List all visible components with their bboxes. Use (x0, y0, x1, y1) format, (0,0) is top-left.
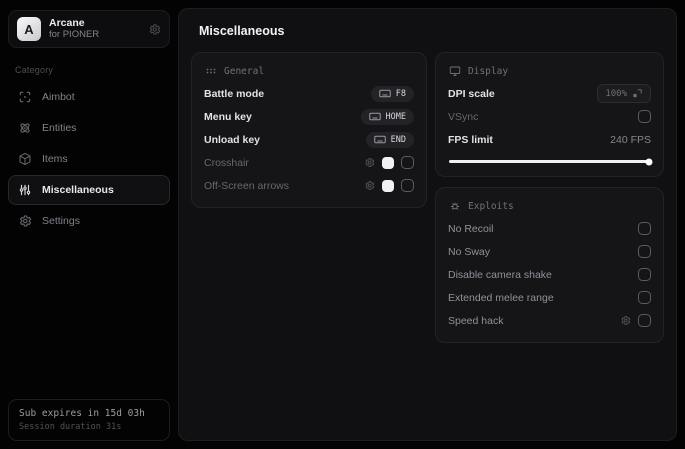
battle-mode-label: Battle mode (204, 87, 265, 100)
offscreen-arrows-color-swatch[interactable] (382, 179, 394, 192)
no-recoil-checkbox[interactable] (638, 222, 651, 235)
gear-icon[interactable] (364, 157, 375, 168)
menu-key-row: Menu key HOME (204, 105, 414, 128)
unload-key-label: Unload key (204, 133, 261, 146)
menu-key-label: Menu key (204, 110, 252, 123)
sidebar-item-settings[interactable]: Settings (8, 206, 170, 236)
sidebar-item-label: Miscellaneous (42, 184, 114, 196)
dpi-scale-label: DPI scale (448, 87, 495, 100)
dpi-scale-value: 100% (605, 88, 627, 99)
extended-melee-range-label: Extended melee range (448, 291, 554, 304)
atom-icon (18, 121, 32, 135)
gear-icon (18, 214, 32, 228)
sidebar: A Arcane for PIONER Category Aimbot Enti… (0, 0, 176, 449)
page-title: Miscellaneous (199, 24, 285, 38)
exploits-header-label: Exploits (468, 200, 514, 212)
dpi-scale-row: DPI scale 100% (448, 82, 651, 105)
sidebar-item-label: Aimbot (42, 91, 75, 103)
disable-camera-shake-label: Disable camera shake (448, 268, 552, 281)
gear-icon[interactable] (148, 23, 161, 36)
monitor-icon (449, 65, 461, 77)
brand-card: A Arcane for PIONER (8, 10, 170, 48)
sidebar-item-label: Settings (42, 215, 80, 227)
fps-limit-value: 240 FPS (610, 133, 651, 146)
sidebar-item-items[interactable]: Items (8, 144, 170, 174)
offscreen-arrows-label: Off-Screen arrows (204, 179, 289, 192)
speed-hack-row: Speed hack (448, 309, 651, 332)
box-icon (18, 152, 32, 166)
brand-title: Arcane (49, 17, 85, 29)
general-card-header: General (205, 65, 414, 77)
speed-hack-checkbox[interactable] (638, 314, 651, 327)
no-sway-checkbox[interactable] (638, 245, 651, 258)
disable-camera-shake-checkbox[interactable] (638, 268, 651, 281)
display-card: Display DPI scale 100% VSync FPS limit 2… (435, 52, 664, 177)
no-recoil-label: No Recoil (448, 222, 494, 235)
brand-text: Arcane for PIONER (49, 17, 99, 41)
grid-dots-icon (205, 65, 217, 77)
general-header-label: General (224, 65, 265, 77)
slider-thumb[interactable] (645, 158, 653, 165)
unload-key-row: Unload key END (204, 128, 414, 151)
menu-key-keybind[interactable]: HOME (360, 108, 414, 125)
bug-icon (449, 200, 461, 212)
disable-camera-shake-row: Disable camera shake (448, 263, 651, 286)
dpi-scale-selector[interactable]: 100% (597, 84, 651, 103)
crosshair-checkbox[interactable] (401, 156, 414, 169)
menu-key-key: HOME (385, 111, 406, 122)
battle-mode-row: Battle mode F8 (204, 82, 414, 105)
general-card: General Battle mode F8 Menu key HOME Unl… (191, 52, 427, 208)
brand-logo: A (17, 17, 41, 41)
fps-limit-slider[interactable] (449, 158, 653, 165)
crosshair-label: Crosshair (204, 156, 249, 169)
keyboard-icon (379, 89, 391, 98)
vsync-checkbox[interactable] (638, 110, 651, 123)
exploits-card: Exploits No Recoil No Sway Disable camer… (435, 187, 664, 343)
offscreen-arrows-row: Off-Screen arrows (204, 174, 414, 197)
crosshair-row: Crosshair (204, 151, 414, 174)
unload-key-keybind[interactable]: END (365, 131, 414, 148)
gear-icon[interactable] (620, 315, 631, 326)
sidebar-item-miscellaneous[interactable]: Miscellaneous (8, 175, 170, 205)
brand-subtitle: for PIONER (49, 29, 100, 41)
no-sway-row: No Sway (448, 240, 651, 263)
keyboard-icon (368, 112, 381, 121)
vsync-row: VSync (448, 105, 651, 128)
gear-icon[interactable] (364, 180, 375, 191)
subscription-info-card: Sub expires in 15d 03h Session duration … (8, 399, 170, 441)
sidebar-item-label: Items (42, 153, 68, 165)
display-header-label: Display (468, 65, 509, 77)
sidebar-item-entities[interactable]: Entities (8, 113, 170, 143)
sliders-icon (18, 183, 32, 197)
sidebar-item-aimbot[interactable]: Aimbot (8, 82, 170, 112)
battle-mode-key: F8 (395, 88, 406, 99)
sidebar-item-label: Entities (42, 122, 77, 134)
category-label: Category (15, 65, 54, 75)
offscreen-arrows-checkbox[interactable] (401, 179, 414, 192)
sub-expiry-text: Sub expires in 15d 03h (19, 408, 145, 419)
battle-mode-keybind[interactable]: F8 (370, 85, 414, 102)
main-panel: Miscellaneous General Battle mode F8 Men… (178, 8, 677, 441)
fps-limit-row: FPS limit 240 FPS (448, 128, 651, 151)
speed-hack-label: Speed hack (448, 314, 504, 327)
session-duration-text: Session duration 31s (19, 422, 122, 432)
crosshair-color-swatch[interactable] (382, 156, 394, 169)
no-sway-label: No Sway (448, 245, 491, 258)
extended-melee-range-row: Extended melee range (448, 286, 651, 309)
unload-key-key: END (390, 134, 406, 145)
display-card-header: Display (449, 65, 651, 77)
crosshair-scan-icon (18, 90, 32, 104)
no-recoil-row: No Recoil (448, 217, 651, 240)
scale-icon (632, 88, 643, 99)
exploits-card-header: Exploits (449, 200, 651, 212)
vsync-label: VSync (448, 110, 479, 123)
fps-limit-label: FPS limit (448, 133, 493, 146)
extended-melee-range-checkbox[interactable] (638, 291, 651, 304)
keyboard-icon (373, 135, 386, 144)
